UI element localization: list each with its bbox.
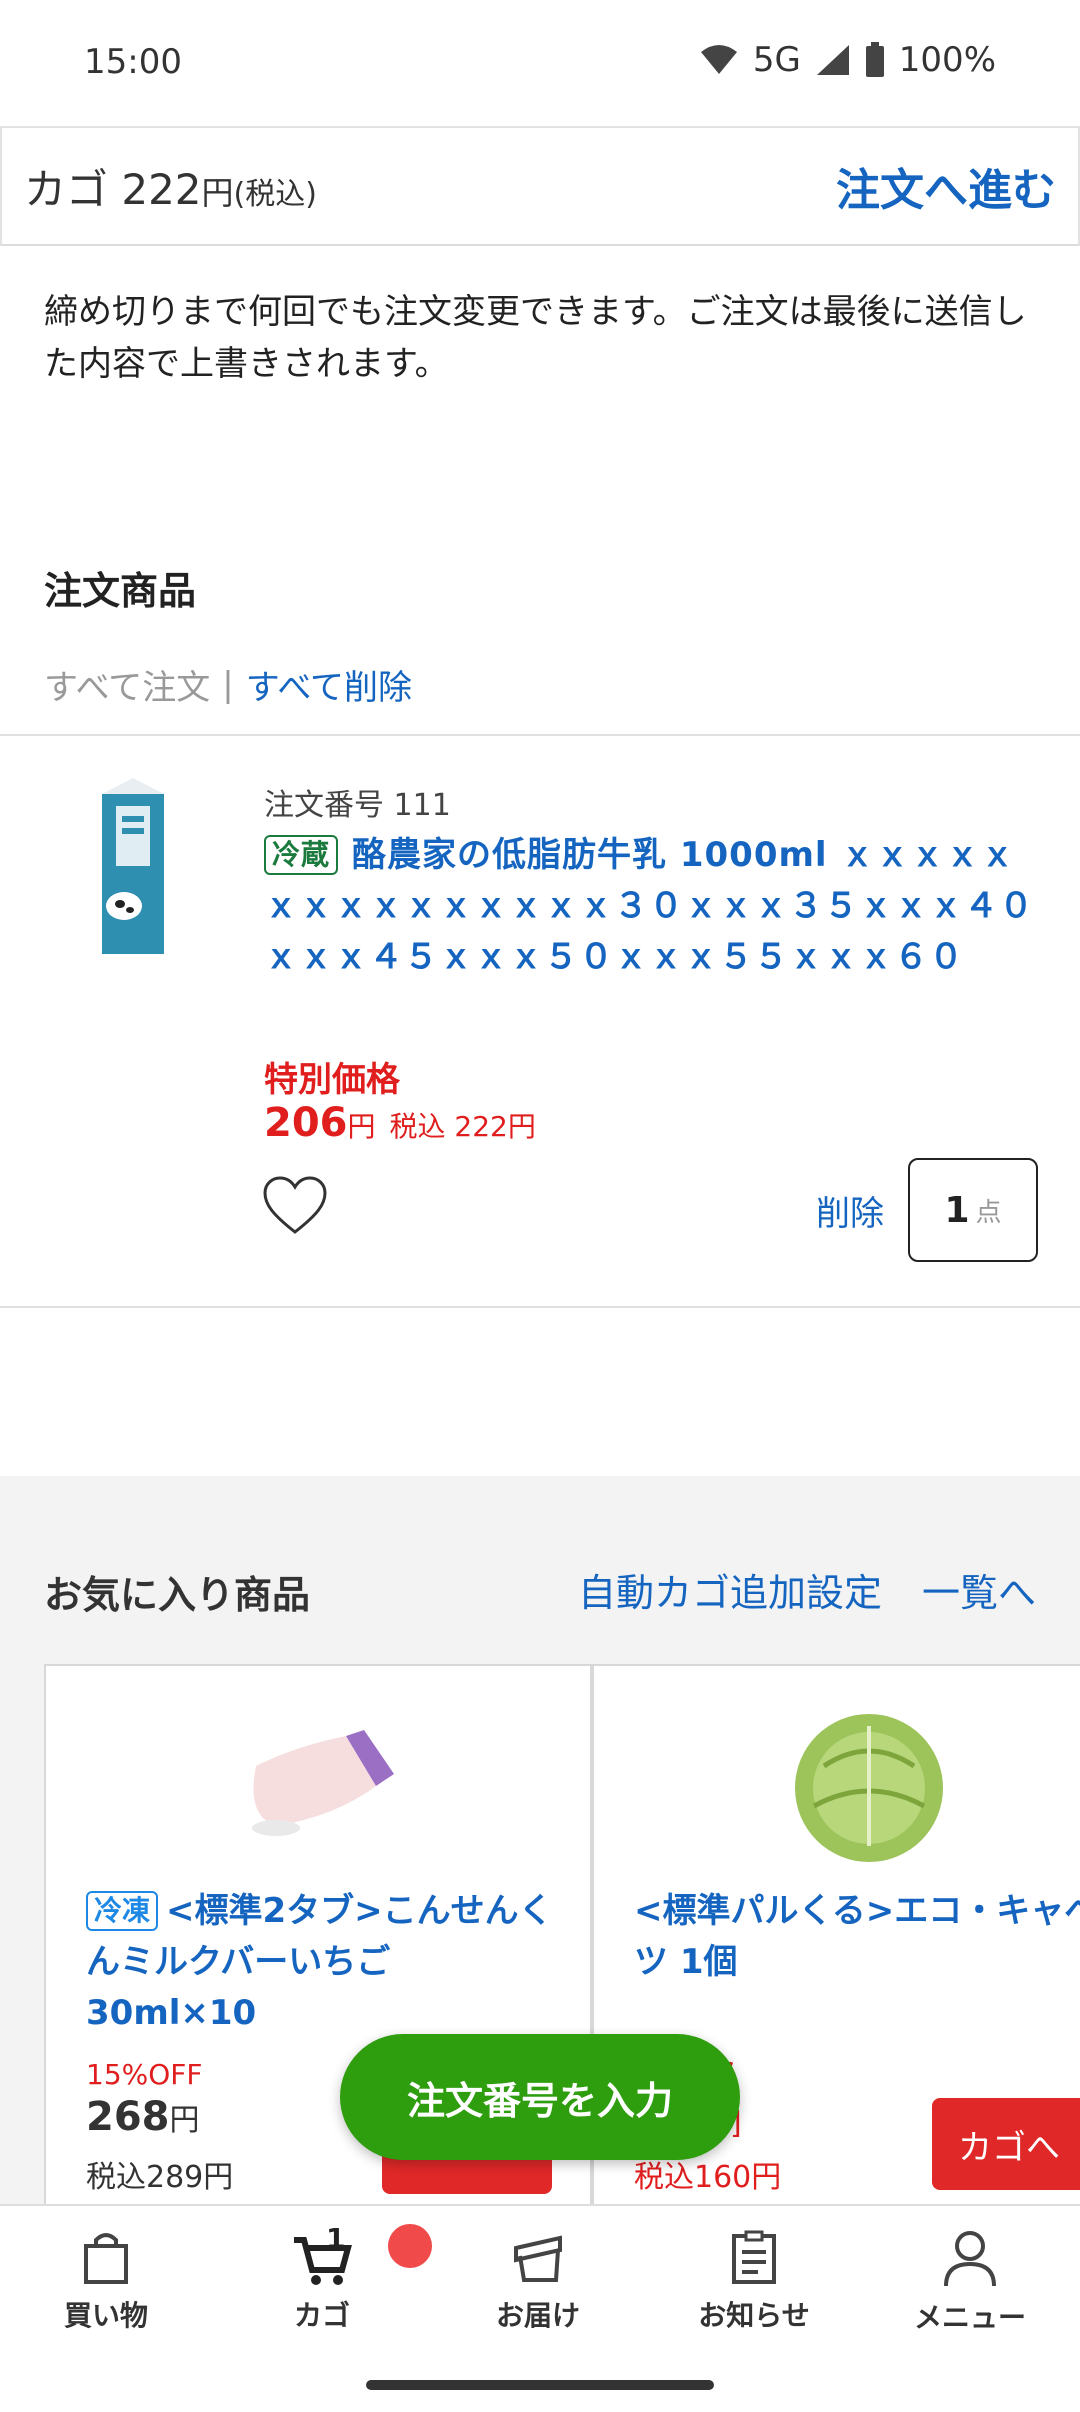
nav-label: お知らせ (698, 2299, 810, 2332)
add-to-cart-button[interactable]: カゴへ (932, 2098, 1080, 2190)
wifi-icon (700, 45, 737, 74)
order-number: 注文番号 111 (264, 788, 451, 823)
delete-item-button[interactable]: 削除 (816, 1186, 884, 1235)
bulk-separator: | (222, 664, 234, 705)
bulk-actions: すべて注文 | すべて削除 (44, 660, 412, 709)
cart-header: カゴ 222 円 (税込) 注文へ進む (0, 126, 1080, 246)
auto-cart-settings-link[interactable]: 自動カゴ追加設定 (578, 1562, 882, 1617)
quantity-value: 1 (944, 1189, 970, 1231)
enter-order-number-button[interactable]: 注文番号を入力 (340, 2034, 740, 2160)
notice-clipboard-icon (732, 2230, 776, 2284)
item-price-yen: 円 (347, 1110, 376, 1143)
cart-total: カゴ 222 円 (税込) (24, 156, 317, 217)
cabbage-image (795, 1714, 943, 1862)
quantity-selector[interactable]: 1 点 (908, 1158, 1038, 1262)
signal-icon (816, 45, 849, 75)
cart-total-tax: (税込) (233, 176, 317, 212)
delivery-box-icon (514, 2235, 562, 2282)
favorite-item-name[interactable]: <標準パルくる>エコ・キャベツ 1個 (634, 1886, 1080, 1988)
notification-dot (388, 2224, 432, 2268)
quantity-unit: 点 (975, 1197, 1002, 1228)
nav-menu[interactable]: メニュー (880, 2230, 1060, 2336)
battery-label: 100% (898, 40, 996, 80)
item-price-value: 206 (264, 1100, 348, 1146)
favorite-price-yen: 円 (169, 2103, 200, 2138)
cart-total-yen: 円 (201, 173, 234, 212)
milk-carton-image[interactable] (96, 776, 170, 960)
favorites-links: 自動カゴ追加設定 一覧へ (578, 1562, 1036, 1617)
favorites-title: お気に入り商品 (44, 1573, 311, 1617)
status-bar: 15:00 5G 100% (0, 0, 1080, 126)
home-indicator[interactable] (366, 2380, 714, 2390)
nav-label: お届け (495, 2299, 580, 2332)
item-price: 206 円 税込 222円 (264, 1100, 536, 1146)
nav-cart[interactable]: カゴ (232, 2230, 412, 2334)
nav-delivery[interactable]: お届け (448, 2230, 628, 2334)
network-label: 5G (752, 40, 801, 80)
discount-label: 15%OFF (86, 2058, 203, 2091)
favorite-price-value: 268 (86, 2094, 170, 2140)
favorites-list-link[interactable]: 一覧へ (922, 1562, 1036, 1617)
favorite-price-tax: 税込289円 (86, 2160, 234, 2195)
status-time: 15:00 (84, 42, 182, 82)
item-name-link[interactable]: 冷蔵 酪農家の低脂肪牛乳 1000ml ｘｘｘｘｘｘｘｘｘｘｘｘｘｘｘ３０ｘｘｘ３… (264, 830, 1044, 983)
item-price-tax: 税込 222円 (389, 1110, 536, 1143)
shopping-bag-icon (84, 2233, 128, 2284)
order-all-button[interactable]: すべて注文 (44, 660, 210, 709)
nav-label: カゴ (293, 2299, 350, 2332)
status-icons: 5G 100% (699, 40, 996, 80)
cart-total-amount: カゴ 222 (24, 164, 202, 214)
refrigerated-badge: 冷蔵 (264, 835, 339, 875)
order-section-title: 注文商品 (44, 569, 197, 613)
nav-label: 買い物 (63, 2299, 148, 2332)
nav-notices[interactable]: お知らせ (664, 2230, 844, 2334)
favorite-item-price: 268 円 (86, 2094, 200, 2140)
favorite-heart-icon[interactable] (262, 1176, 328, 1236)
special-price-label: 特別価格 (264, 1060, 400, 1100)
battery-icon (865, 42, 884, 77)
nav-label: メニュー (913, 2301, 1026, 2334)
delete-all-button[interactable]: すべて削除 (246, 660, 412, 709)
order-notice: 締め切りまで何回でも注文変更できます。ご注文は最後に送信した内容で上書きされます… (44, 292, 1027, 384)
proceed-to-order-button[interactable]: 注文へ進む (836, 154, 1056, 218)
divider (0, 1306, 1080, 1308)
frozen-badge: 冷凍 (86, 1891, 159, 1931)
cart-count-badge: 1 (326, 2222, 346, 2255)
item-name-text: 酪農家の低脂肪牛乳 1000ml ｘｘｘｘｘｘｘｘｘｘｘｘｘｘｘ３０ｘｘｘ３５ｘ… (264, 835, 1034, 977)
divider (0, 734, 1080, 736)
nav-shopping[interactable]: 買い物 (16, 2230, 196, 2334)
favorite-item-name[interactable]: 冷凍 <標準2タブ>こんせんくんミルクバーいちご30ml×10 (86, 1886, 556, 2039)
person-icon (944, 2231, 996, 2287)
ice-bar-image (252, 1730, 394, 1836)
